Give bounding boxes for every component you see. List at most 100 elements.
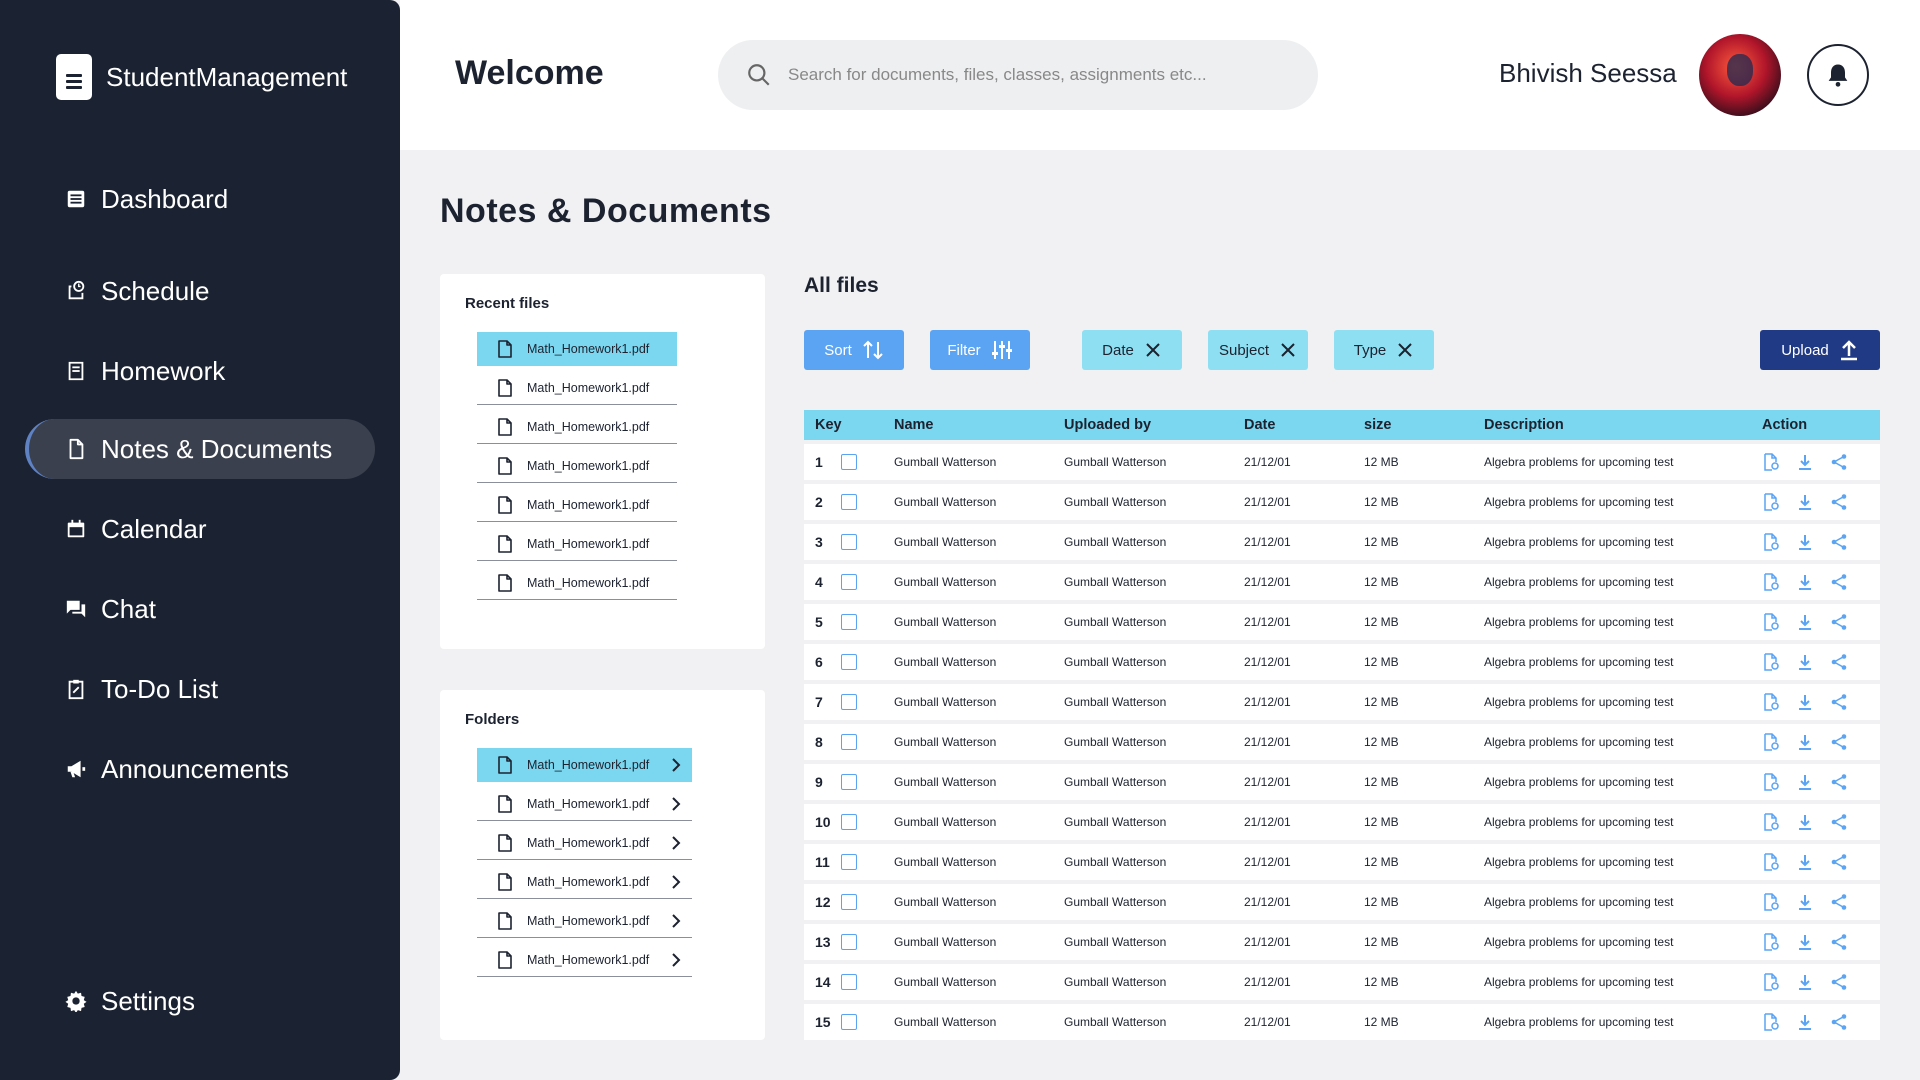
share-icon[interactable] <box>1830 613 1848 631</box>
row-checkbox[interactable] <box>841 614 857 630</box>
share-icon[interactable] <box>1830 693 1848 711</box>
share-icon[interactable] <box>1830 653 1848 671</box>
upload-button[interactable]: Upload <box>1760 330 1880 370</box>
download-icon[interactable] <box>1796 813 1814 831</box>
settings-button[interactable]: Settings <box>25 971 375 1031</box>
file-view-icon[interactable] <box>1762 453 1780 471</box>
share-icon[interactable] <box>1830 853 1848 871</box>
download-icon[interactable] <box>1796 533 1814 551</box>
col-name[interactable]: Name <box>884 417 1064 433</box>
col-size[interactable]: size <box>1364 417 1484 433</box>
table-row[interactable]: 14 Gumball Watterson Gumball Watterson 21/1… <box>804 964 1880 1000</box>
recent-file-item[interactable]: Math_Homework1.pdf <box>477 371 677 405</box>
table-row[interactable]: 2 Gumball Watterson Gumball Watterson 21/12… <box>804 484 1880 520</box>
row-checkbox[interactable] <box>841 894 857 910</box>
sidebar-item-homework[interactable]: Homework <box>25 341 375 401</box>
download-icon[interactable] <box>1796 653 1814 671</box>
file-view-icon[interactable] <box>1762 573 1780 591</box>
download-icon[interactable] <box>1796 773 1814 791</box>
col-description[interactable]: Description <box>1484 417 1754 433</box>
download-icon[interactable] <box>1796 893 1814 911</box>
row-checkbox[interactable] <box>841 654 857 670</box>
table-row[interactable]: 6 Gumball Watterson Gumball Watterson 21/12… <box>804 644 1880 680</box>
row-checkbox[interactable] <box>841 534 857 550</box>
row-checkbox[interactable] <box>841 494 857 510</box>
recent-file-item[interactable]: Math_Homework1.pdf <box>477 449 677 483</box>
table-row[interactable]: 9 Gumball Watterson Gumball Watterson 21/12… <box>804 764 1880 800</box>
download-icon[interactable] <box>1796 973 1814 991</box>
filter-button[interactable]: Filter <box>930 330 1030 370</box>
folder-item[interactable]: Math_Homework1.pdf <box>477 748 692 782</box>
table-row[interactable]: 1 Gumball Watterson Gumball Watterson 21/12… <box>804 444 1880 480</box>
download-icon[interactable] <box>1796 733 1814 751</box>
row-checkbox[interactable] <box>841 574 857 590</box>
search-input[interactable] <box>788 65 1288 85</box>
share-icon[interactable] <box>1830 493 1848 511</box>
table-row[interactable]: 7 Gumball Watterson Gumball Watterson 21/12… <box>804 684 1880 720</box>
file-view-icon[interactable] <box>1762 893 1780 911</box>
notifications-button[interactable] <box>1807 44 1869 106</box>
sidebar-item-chat[interactable]: Chat <box>25 579 375 639</box>
download-icon[interactable] <box>1796 453 1814 471</box>
col-date[interactable]: Date <box>1244 417 1364 433</box>
file-view-icon[interactable] <box>1762 933 1780 951</box>
recent-file-item[interactable]: Math_Homework1.pdf <box>477 332 677 366</box>
recent-file-item[interactable]: Math_Homework1.pdf <box>477 488 677 522</box>
table-row[interactable]: 10 Gumball Watterson Gumball Watterson 21/1… <box>804 804 1880 840</box>
row-checkbox[interactable] <box>841 774 857 790</box>
share-icon[interactable] <box>1830 973 1848 991</box>
table-row[interactable]: 5 Gumball Watterson Gumball Watterson 21/12… <box>804 604 1880 640</box>
brand[interactable]: StudentManagement <box>56 54 347 100</box>
table-row[interactable]: 4 Gumball Watterson Gumball Watterson 21/12… <box>804 564 1880 600</box>
row-checkbox[interactable] <box>841 974 857 990</box>
chip-subject[interactable]: Subject <box>1208 330 1308 370</box>
table-row[interactable]: 15 Gumball Watterson Gumball Watterson 21/1… <box>804 1004 1880 1040</box>
sidebar-item-announcements[interactable]: Announcements <box>25 739 375 799</box>
sidebar-item-todo[interactable]: To-Do List <box>25 659 375 719</box>
download-icon[interactable] <box>1796 573 1814 591</box>
download-icon[interactable] <box>1796 693 1814 711</box>
row-checkbox[interactable] <box>841 814 857 830</box>
share-icon[interactable] <box>1830 573 1848 591</box>
share-icon[interactable] <box>1830 933 1848 951</box>
col-uploaded-by[interactable]: Uploaded by <box>1064 417 1244 433</box>
sort-button[interactable]: Sort <box>804 330 904 370</box>
share-icon[interactable] <box>1830 533 1848 551</box>
folder-item[interactable]: Math_Homework1.pdf <box>477 904 692 938</box>
folder-item[interactable]: Math_Homework1.pdf <box>477 943 692 977</box>
file-view-icon[interactable] <box>1762 533 1780 551</box>
sidebar-item-notes-documents[interactable]: Notes & Documents <box>25 419 375 479</box>
sidebar-item-schedule[interactable]: Schedule <box>25 261 375 321</box>
chip-date[interactable]: Date <box>1082 330 1182 370</box>
file-view-icon[interactable] <box>1762 773 1780 791</box>
row-checkbox[interactable] <box>841 734 857 750</box>
row-checkbox[interactable] <box>841 854 857 870</box>
file-view-icon[interactable] <box>1762 813 1780 831</box>
share-icon[interactable] <box>1830 813 1848 831</box>
share-icon[interactable] <box>1830 733 1848 751</box>
chip-type[interactable]: Type <box>1334 330 1434 370</box>
download-icon[interactable] <box>1796 493 1814 511</box>
download-icon[interactable] <box>1796 853 1814 871</box>
download-icon[interactable] <box>1796 613 1814 631</box>
row-checkbox[interactable] <box>841 454 857 470</box>
folder-item[interactable]: Math_Homework1.pdf <box>477 826 692 860</box>
download-icon[interactable] <box>1796 1013 1814 1031</box>
file-view-icon[interactable] <box>1762 853 1780 871</box>
share-icon[interactable] <box>1830 453 1848 471</box>
file-view-icon[interactable] <box>1762 653 1780 671</box>
table-row[interactable]: 13 Gumball Watterson Gumball Watterson 21/1… <box>804 924 1880 960</box>
share-icon[interactable] <box>1830 1013 1848 1031</box>
recent-file-item[interactable]: Math_Homework1.pdf <box>477 410 677 444</box>
sidebar-item-calendar[interactable]: Calendar <box>25 499 375 559</box>
file-view-icon[interactable] <box>1762 1013 1780 1031</box>
file-view-icon[interactable] <box>1762 973 1780 991</box>
search-bar[interactable] <box>718 40 1318 110</box>
file-view-icon[interactable] <box>1762 733 1780 751</box>
file-view-icon[interactable] <box>1762 613 1780 631</box>
close-icon[interactable] <box>1279 341 1297 359</box>
table-row[interactable]: 11 Gumball Watterson Gumball Watterson 21/1… <box>804 844 1880 880</box>
close-icon[interactable] <box>1144 341 1162 359</box>
row-checkbox[interactable] <box>841 1014 857 1030</box>
recent-file-item[interactable]: Math_Homework1.pdf <box>477 527 677 561</box>
